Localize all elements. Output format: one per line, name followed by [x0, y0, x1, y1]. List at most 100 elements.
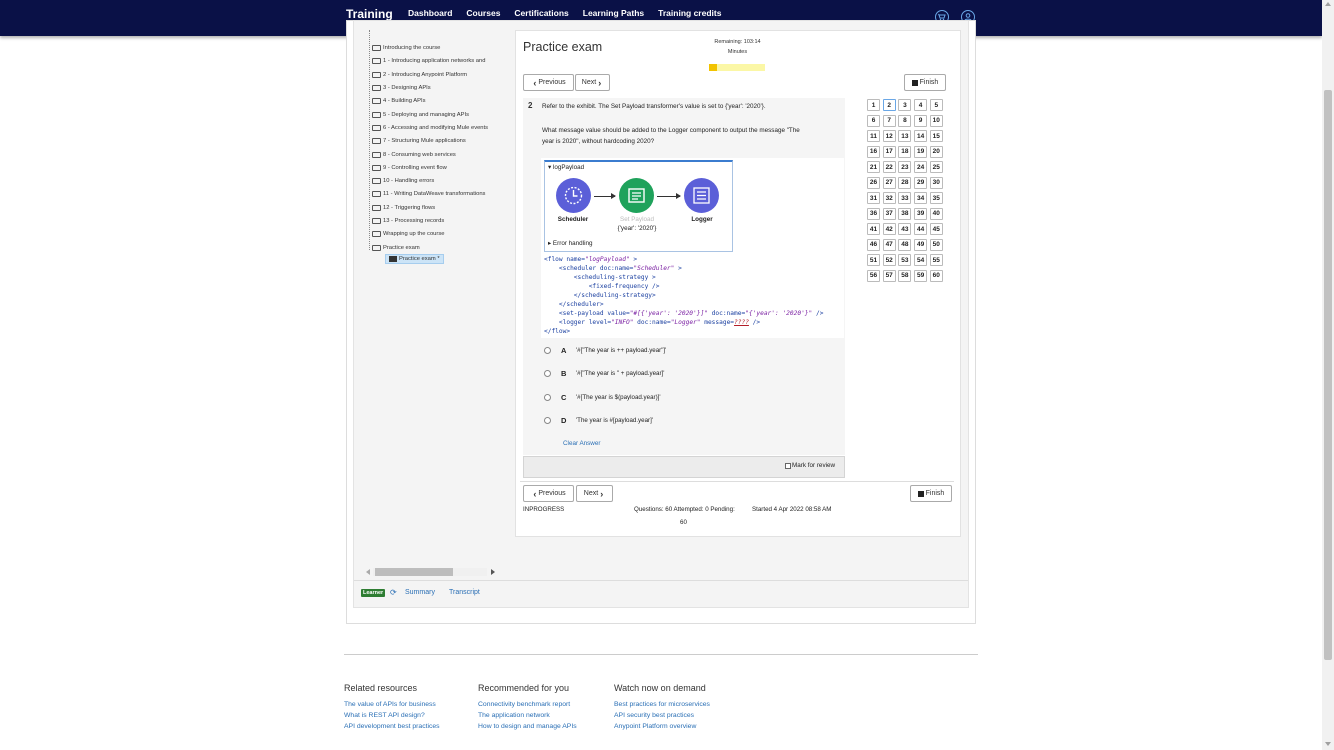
footer-link[interactable]: Anypoint Platform overview	[614, 721, 710, 732]
page-scrollbar[interactable]	[1322, 0, 1334, 750]
clear-answer-link[interactable]: Clear Answer	[563, 440, 600, 447]
question-nav-13[interactable]: 13	[898, 130, 912, 142]
previous-button[interactable]: ‹ Previous	[523, 74, 574, 91]
scroll-right-icon[interactable]	[491, 569, 495, 575]
finish-button-bottom[interactable]: Finish	[910, 485, 952, 502]
refresh-icon[interactable]: ⟳	[390, 588, 397, 597]
outline-item[interactable]: 11 - Writing DataWeave transformations	[363, 188, 485, 199]
next-button[interactable]: Next ›	[575, 74, 610, 91]
question-nav-9[interactable]: 9	[914, 114, 928, 127]
question-nav-51[interactable]: 51	[867, 254, 880, 266]
outline-item[interactable]: 4 - Building APIs	[363, 95, 426, 106]
question-nav-16[interactable]: 16	[867, 145, 880, 158]
footer-link[interactable]: Best practices for microservices	[614, 699, 710, 710]
question-nav-45[interactable]: 45	[929, 223, 943, 235]
outline-item-practice-exam[interactable]: Practice exam	[363, 242, 420, 253]
question-nav-12[interactable]: 12	[882, 130, 896, 142]
question-nav-57[interactable]: 57	[882, 269, 896, 282]
question-nav-19[interactable]: 19	[914, 145, 928, 158]
question-nav-26[interactable]: 26	[867, 176, 880, 189]
option-radio[interactable]	[544, 416, 551, 424]
previous-button-bottom[interactable]: ‹ Previous	[523, 485, 574, 502]
question-nav-23[interactable]: 23	[898, 161, 912, 173]
footer-link[interactable]: Connectivity benchmark report	[478, 699, 577, 710]
option-a[interactable]: A '#["The year is ++ payload.year"]'	[544, 341, 666, 359]
question-nav-54[interactable]: 54	[914, 254, 928, 266]
question-nav-46[interactable]: 46	[867, 238, 880, 251]
outline-item[interactable]: Wrapping up the course	[363, 228, 444, 239]
outline-item[interactable]: Introducing the course	[363, 42, 440, 53]
footer-link[interactable]: The application network	[478, 710, 577, 721]
footer-link[interactable]: How to design and manage APIs	[478, 721, 577, 732]
question-nav-4[interactable]: 4	[914, 99, 928, 111]
outline-item[interactable]: 9 - Controlling event flow	[363, 162, 447, 173]
question-nav-60[interactable]: 60	[929, 269, 943, 282]
question-nav-15[interactable]: 15	[929, 130, 943, 142]
question-nav-49[interactable]: 49	[914, 238, 928, 251]
footer-link[interactable]: API security best practices	[614, 710, 710, 721]
option-b[interactable]: B '#["The year is " + payload.year]'	[544, 364, 664, 382]
question-nav-17[interactable]: 17	[882, 145, 896, 158]
question-nav-40[interactable]: 40	[929, 207, 943, 220]
question-nav-41[interactable]: 41	[867, 223, 880, 235]
question-nav-24[interactable]: 24	[914, 161, 928, 173]
outline-item[interactable]: 8 - Consuming web services	[363, 149, 456, 160]
outline-item[interactable]: 12 - Triggering flows	[363, 202, 435, 213]
question-nav-11[interactable]: 11	[867, 130, 880, 142]
question-nav-39[interactable]: 39	[914, 207, 928, 220]
question-nav-36[interactable]: 36	[867, 207, 880, 220]
scroll-left-icon[interactable]	[366, 569, 370, 575]
scrollbar-thumb[interactable]	[1324, 90, 1332, 660]
question-nav-58[interactable]: 58	[898, 269, 912, 282]
question-nav-1[interactable]: 1	[867, 99, 880, 111]
question-nav-52[interactable]: 52	[882, 254, 896, 266]
question-nav-59[interactable]: 59	[914, 269, 928, 282]
scroll-down-icon[interactable]	[1325, 742, 1331, 746]
nav-certifications[interactable]: Certifications	[514, 8, 568, 18]
question-nav-53[interactable]: 53	[898, 254, 912, 266]
outline-item[interactable]: 7 - Structuring Mule applications	[363, 135, 466, 146]
footer-link[interactable]: The value of APIs for business	[344, 699, 440, 710]
question-nav-48[interactable]: 48	[898, 238, 912, 251]
question-nav-32[interactable]: 32	[882, 192, 896, 204]
scroll-thumb[interactable]	[375, 568, 453, 576]
nav-learning-paths[interactable]: Learning Paths	[583, 8, 644, 18]
option-radio[interactable]	[544, 369, 551, 377]
option-radio[interactable]	[544, 393, 551, 401]
question-nav-31[interactable]: 31	[867, 192, 880, 204]
question-nav-6[interactable]: 6	[867, 114, 880, 127]
question-nav-56[interactable]: 56	[867, 269, 880, 282]
finish-button[interactable]: Finish	[904, 74, 946, 91]
question-nav-18[interactable]: 18	[898, 145, 912, 158]
nav-training-credits[interactable]: Training credits	[658, 8, 721, 18]
option-d[interactable]: D 'The year is #[payload.year]'	[544, 411, 653, 429]
outline-item[interactable]: 10 - Handling errors	[363, 175, 434, 186]
question-nav-20[interactable]: 20	[929, 145, 943, 158]
question-nav-14[interactable]: 14	[914, 130, 928, 142]
question-nav-42[interactable]: 42	[882, 223, 896, 235]
option-c[interactable]: C '#[The year is $(payload.year)]'	[544, 388, 661, 406]
outline-item[interactable]: 2 - Introducing Anypoint Platform	[363, 69, 467, 80]
question-nav-25[interactable]: 25	[929, 161, 943, 173]
summary-link[interactable]: Summary	[405, 589, 435, 596]
question-nav-50[interactable]: 50	[929, 238, 943, 251]
scroll-up-icon[interactable]	[1325, 2, 1331, 6]
question-nav-21[interactable]: 21	[867, 161, 880, 173]
question-nav-35[interactable]: 35	[929, 192, 943, 204]
outline-item[interactable]: 5 - Deploying and managing APIs	[363, 109, 469, 120]
transcript-link[interactable]: Transcript	[449, 589, 480, 596]
question-nav-30[interactable]: 30	[929, 176, 943, 189]
question-nav-33[interactable]: 33	[898, 192, 912, 204]
question-nav-10[interactable]: 10	[929, 114, 943, 127]
nav-dashboard[interactable]: Dashboard	[408, 8, 452, 18]
question-nav-2[interactable]: 2	[882, 99, 896, 111]
question-nav-47[interactable]: 47	[882, 238, 896, 251]
question-nav-5[interactable]: 5	[929, 99, 943, 111]
mark-for-review[interactable]: Mark for review	[785, 462, 835, 469]
question-nav-3[interactable]: 3	[898, 99, 912, 111]
outline-item[interactable]: 3 - Designing APIs	[363, 82, 431, 93]
nav-courses[interactable]: Courses	[466, 8, 500, 18]
outline-item-selected[interactable]: Practice exam *	[385, 254, 444, 264]
question-nav-28[interactable]: 28	[898, 176, 912, 189]
question-nav-37[interactable]: 37	[882, 207, 896, 220]
